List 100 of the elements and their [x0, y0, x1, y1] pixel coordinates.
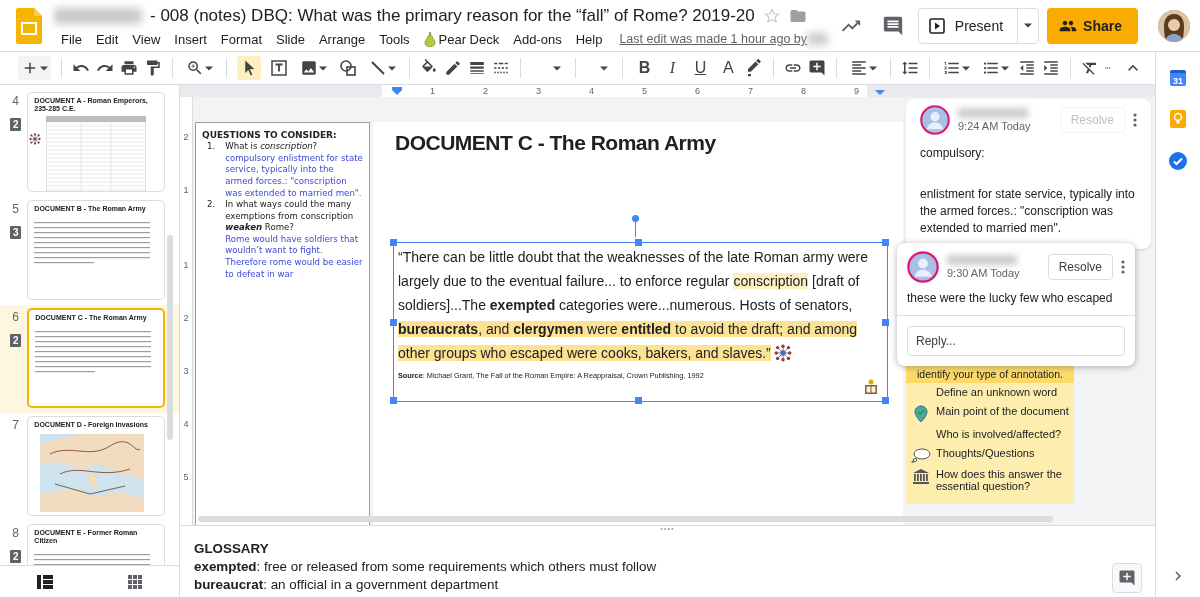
line-icon[interactable]: [369, 59, 387, 77]
comment-icon[interactable]: [881, 14, 904, 37]
print-icon[interactable]: [120, 59, 138, 77]
comment-text: compulsory:: [920, 145, 986, 162]
pen-icon[interactable]: [444, 59, 462, 77]
caret-icon[interactable]: [319, 65, 327, 71]
comment-text: enlistment for state service, typically into the armed forces.: "conscription was extended to married men".: [920, 186, 1136, 237]
present-button[interactable]: Present: [917, 7, 1040, 44]
format-button[interactable]: A: [717, 59, 740, 77]
decrease-indent-icon[interactable]: [1018, 59, 1037, 77]
avatar-icon[interactable]: [1158, 9, 1190, 42]
selection-handle[interactable]: [635, 397, 642, 404]
align-icon[interactable]: [850, 59, 869, 77]
task-check-icon[interactable]: [1169, 152, 1187, 170]
folder-icon[interactable]: [788, 8, 807, 24]
document-title[interactable]: - 008 (notes) DBQ: What was the primary reason for the “fall” of Rome? 2019-20: [150, 6, 755, 26]
ruler[interactable]: 1 2 3 4 5 6 7 8 9: [382, 85, 867, 97]
people-network-icon: [774, 344, 792, 362]
menu-item[interactable]: Slide: [269, 31, 312, 47]
paint-format-icon[interactable]: [144, 59, 162, 77]
highlight-icon[interactable]: [745, 59, 764, 77]
menu-item[interactable]: Insert: [167, 31, 214, 47]
selection-handle[interactable]: [390, 397, 397, 404]
share-button[interactable]: Share: [1047, 7, 1138, 44]
caret-icon[interactable]: [1001, 65, 1010, 71]
resize-handle[interactable]: [660, 527, 674, 531]
indent-marker-icon[interactable]: [875, 87, 885, 95]
grid-view-icon[interactable]: [127, 574, 142, 589]
caret-icon[interactable]: [553, 65, 562, 71]
line-spacing-icon[interactable]: [901, 59, 920, 77]
caret-icon[interactable]: [600, 65, 609, 71]
menu-item[interactable]: Add-ons: [506, 31, 569, 47]
caret-icon[interactable]: [40, 65, 48, 71]
map-pin-check-icon: [914, 405, 928, 423]
caret-icon[interactable]: [869, 65, 878, 71]
blurred-name: [958, 108, 1028, 118]
line-weight-icon[interactable]: [468, 59, 486, 77]
selection-handle[interactable]: [882, 319, 889, 326]
list-view-icon[interactable]: [37, 574, 54, 589]
menu-item[interactable]: Arrange: [311, 31, 373, 47]
question-text: In what ways could the many exemptions from conscription weaken Rome?: [225, 199, 355, 234]
calendar-icon[interactable]: 31: [1170, 70, 1186, 86]
image-icon[interactable]: [300, 59, 318, 77]
caret-icon[interactable]: [205, 65, 213, 71]
zoom-icon[interactable]: [186, 59, 204, 77]
slide-number: 5: [12, 202, 19, 216]
increase-indent-icon[interactable]: [1042, 59, 1061, 77]
caret-icon[interactable]: [1024, 23, 1033, 28]
format-button[interactable]: U: [689, 59, 712, 77]
pear-icon: [423, 31, 436, 47]
menu-item[interactable]: File: [54, 31, 89, 47]
reply-field[interactable]: Reply...: [907, 326, 1125, 356]
list-number: 1.: [207, 141, 216, 154]
slide-title: DOCUMENT C - The Roman Army: [395, 131, 717, 155]
menu-item[interactable]: Pear Deck: [416, 31, 507, 47]
selection-handle[interactable]: [882, 397, 889, 404]
slide-number: 8: [12, 526, 19, 540]
star-icon[interactable]: [762, 7, 781, 25]
questions-box[interactable]: [195, 122, 370, 525]
resolve-button[interactable]: Resolve: [1047, 254, 1113, 280]
selection-handle[interactable]: [635, 239, 642, 246]
more-options-icon[interactable]: [1121, 260, 1125, 274]
numbered-list-icon[interactable]: [943, 59, 962, 77]
comment-count: 2: [9, 118, 22, 131]
question-text: What is conscription?: [225, 141, 319, 153]
scrollbar[interactable]: [167, 235, 173, 440]
comment-count: 3: [9, 226, 22, 239]
more-options-icon[interactable]: [1133, 113, 1137, 127]
caret-icon[interactable]: [388, 65, 396, 71]
answer-text: Rome would have soldiers that wouldn’t want to fight. Therefore rome would be easier to defeat in war: [225, 233, 363, 281]
selection-handle[interactable]: [882, 239, 889, 246]
shape-icon[interactable]: [339, 59, 357, 77]
menu-item[interactable]: Help: [568, 31, 610, 47]
glossary-entry: exempted: free or released from some requirements which others must follow: [194, 558, 657, 576]
rotate-handle[interactable]: [632, 215, 639, 222]
comment-time: 9:30 AM Today: [947, 267, 1021, 279]
format-button[interactable]: B: [633, 59, 656, 77]
text-box-selection[interactable]: [393, 242, 888, 402]
legend-label: How does this answer the essential question?: [936, 468, 1063, 492]
thought-bubble-icon: [911, 447, 931, 463]
add-comment-button[interactable]: [1112, 563, 1142, 593]
comment-count: 2: [9, 334, 22, 347]
selection-handle[interactable]: [390, 239, 397, 246]
menu-item[interactable]: Edit: [88, 31, 126, 47]
comment-popup[interactable]: 9:30 AM Today Resolve these were the lucky few who escaped Reply...: [897, 243, 1135, 366]
add-comment-icon[interactable]: [808, 59, 827, 77]
selection-handle[interactable]: [390, 319, 397, 326]
blurred-name: [807, 33, 828, 45]
last-edit-link[interactable]: Last edit was made 1 hour ago by: [619, 32, 808, 46]
menu-item[interactable]: Format: [213, 31, 269, 47]
menu-item[interactable]: View: [125, 31, 168, 47]
slide[interactable]: [373, 122, 903, 525]
vertical-ruler[interactable]: 2 1 1 2 3 4 5: [180, 97, 193, 525]
more-icon[interactable]: [1105, 66, 1111, 70]
text-box-icon[interactable]: [270, 59, 288, 77]
menu-item[interactable]: Tools: [372, 31, 417, 47]
caret-icon[interactable]: [962, 65, 971, 71]
scrollbar[interactable]: [198, 516, 1053, 522]
indent-marker-icon[interactable]: [392, 87, 402, 95]
format-button[interactable]: I: [661, 59, 684, 77]
